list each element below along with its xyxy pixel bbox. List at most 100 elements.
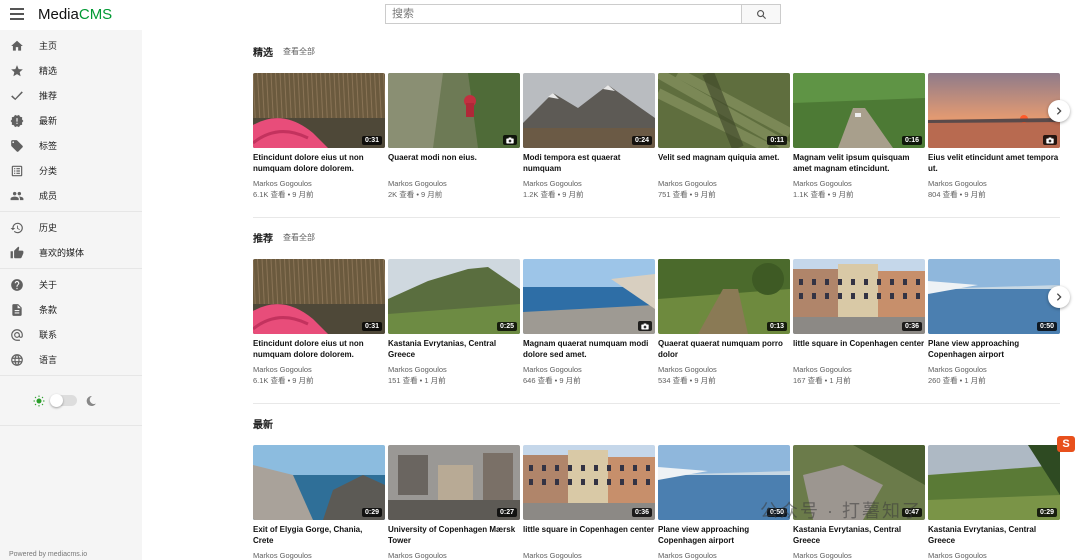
- media-title[interactable]: University of Copenhagen Mærsk Tower: [388, 524, 520, 546]
- media-title[interactable]: Quaerat quaerat numquam porro dolor: [658, 338, 790, 360]
- media-thumbnail[interactable]: 0:16: [793, 73, 925, 148]
- dark-mode-toggle[interactable]: [50, 394, 77, 407]
- media-card[interactable]: Eius velit etincidunt amet tempora ut. Ma…: [928, 73, 1060, 200]
- powered-by-text[interactable]: Powered by mediacms.io: [9, 551, 87, 558]
- sidebar-item-label: 分类: [39, 166, 58, 176]
- media-card[interactable]: Quaerat modi non eius. Markos Gogoulos 2K …: [388, 73, 520, 200]
- media-author[interactable]: Markos Gogoulos: [253, 365, 385, 375]
- media-thumbnail[interactable]: 0:24: [523, 73, 655, 148]
- media-author[interactable]: Markos Gogoulos: [523, 365, 655, 375]
- media-author[interactable]: Markos Gogoulos: [928, 551, 1060, 560]
- media-title[interactable]: Magnam quaerat numquam modi dolore sed a…: [523, 338, 655, 360]
- sidebar-item-label: 喜欢的媒体: [39, 248, 85, 258]
- sidebar-item-list[interactable]: 分类: [0, 158, 142, 183]
- media-title[interactable]: little square in Copenhagen center: [523, 524, 655, 546]
- media-meta: 2K 查看 • 9 月前: [388, 190, 443, 199]
- media-author[interactable]: Markos Gogoulos: [388, 365, 520, 375]
- sidebar-item-check[interactable]: 推荐: [0, 83, 142, 108]
- menu-icon[interactable]: [10, 8, 24, 20]
- media-title[interactable]: Plane view approaching Copenhagen airpor…: [658, 524, 790, 546]
- media-title[interactable]: Quaerat modi non eius.: [388, 152, 520, 174]
- duration-badge: 0:13: [766, 322, 787, 331]
- media-card[interactable]: 0:31 Etincidunt dolore eius ut non numqua…: [253, 259, 385, 386]
- sidebar-item-thumb-up[interactable]: 喜欢的媒体: [0, 240, 142, 265]
- media-card[interactable]: 0:16 Magnam velit ipsum quisquam amet mag…: [793, 73, 925, 200]
- media-author[interactable]: Markos Gogoulos: [658, 551, 790, 560]
- media-title[interactable]: little square in Copenhagen center: [793, 338, 925, 360]
- media-card[interactable]: 0:13 Quaerat quaerat numquam porro dolor M…: [658, 259, 790, 386]
- media-title[interactable]: Kastania Evrytanias, Central Greece: [928, 524, 1060, 546]
- media-title[interactable]: Eius velit etincidunt amet tempora ut.: [928, 152, 1060, 174]
- media-card[interactable]: 0:29 Kastania Evrytanias, Central Greece M…: [928, 445, 1060, 560]
- view-all-link[interactable]: 查看全部: [283, 232, 315, 243]
- media-title[interactable]: Magnam velit ipsum quisquam amet magnam …: [793, 152, 925, 174]
- app-logo[interactable]: MediaCMS: [38, 6, 112, 23]
- media-card[interactable]: 0:11 Velit sed magnam quiquia amet. Markos…: [658, 73, 790, 200]
- media-author[interactable]: Markos Gogoulos: [253, 551, 385, 560]
- media-thumbnail[interactable]: 0:11: [658, 73, 790, 148]
- media-author[interactable]: Markos Gogoulos: [523, 179, 655, 189]
- media-thumbnail[interactable]: 0:29: [928, 445, 1060, 520]
- media-card[interactable]: 0:36 little square in Copenhagen center Ma…: [793, 259, 925, 386]
- carousel-next-button[interactable]: [1048, 286, 1070, 308]
- media-author[interactable]: Markos Gogoulos: [793, 179, 925, 189]
- media-title[interactable]: Etincidunt dolore eius ut non numquam do…: [253, 152, 385, 174]
- media-title[interactable]: Modi tempora est quaerat numquam: [523, 152, 655, 174]
- media-thumbnail[interactable]: 0:27: [388, 445, 520, 520]
- media-thumbnail[interactable]: 0:31: [253, 259, 385, 334]
- sidebar-item-history[interactable]: 历史: [0, 215, 142, 240]
- media-card[interactable]: 0:27 University of Copenhagen Mærsk Tower…: [388, 445, 520, 560]
- media-author[interactable]: Markos Gogoulos: [658, 365, 790, 375]
- media-thumbnail[interactable]: 0:50: [928, 259, 1060, 334]
- carousel-next-button[interactable]: [1048, 100, 1070, 122]
- media-author[interactable]: Markos Gogoulos: [253, 179, 385, 189]
- sidebar-item-star[interactable]: 精选: [0, 58, 142, 83]
- media-title[interactable]: Kastania Evrytanias, Central Greece: [793, 524, 925, 546]
- media-author[interactable]: Markos Gogoulos: [793, 551, 925, 560]
- section-featured: 精选 查看全部 0:31 Etincidunt dolore eius ut non…: [253, 41, 1080, 199]
- sidebar-item-new[interactable]: 最新: [0, 108, 142, 133]
- sidebar-item-help[interactable]: 关于: [0, 272, 142, 297]
- media-title[interactable]: Plane view approaching Copenhagen airpor…: [928, 338, 1060, 360]
- media-card[interactable]: 0:29 Exit of Elygia Gorge, Chania, Crete M…: [253, 445, 385, 560]
- duration-badge: 0:36: [901, 322, 922, 331]
- media-thumbnail[interactable]: 0:36: [523, 445, 655, 520]
- media-title[interactable]: Velit sed magnam quiquia amet.: [658, 152, 790, 174]
- search-button[interactable]: [741, 4, 781, 24]
- media-title[interactable]: Exit of Elygia Gorge, Chania, Crete: [253, 524, 385, 546]
- sidebar-item-document[interactable]: 条款: [0, 297, 142, 322]
- media-thumbnail[interactable]: 0:31: [253, 73, 385, 148]
- moon-icon: [86, 395, 96, 406]
- sidebar-item-people[interactable]: 成员: [0, 183, 142, 208]
- media-author[interactable]: Markos Gogoulos: [928, 179, 1060, 189]
- view-all-link[interactable]: 查看全部: [283, 46, 315, 57]
- media-author[interactable]: Markos Gogoulos: [793, 365, 925, 375]
- media-card[interactable]: 0:24 Modi tempora est quaerat numquam Mark…: [523, 73, 655, 200]
- media-thumbnail[interactable]: 0:36: [793, 259, 925, 334]
- main-content: 精选 查看全部 0:31 Etincidunt dolore eius ut non…: [142, 30, 1080, 560]
- media-card[interactable]: 0:31 Etincidunt dolore eius ut non numqua…: [253, 73, 385, 200]
- sidebar-item-at[interactable]: 联系: [0, 322, 142, 347]
- media-author[interactable]: Markos Gogoulos: [388, 551, 520, 560]
- media-card[interactable]: 0:25 Kastania Evrytanias, Central Greece M…: [388, 259, 520, 386]
- media-card[interactable]: 0:50 Plane view approaching Copenhagen ai…: [928, 259, 1060, 386]
- media-thumbnail[interactable]: [523, 259, 655, 334]
- media-author[interactable]: Markos Gogoulos: [928, 365, 1060, 375]
- media-thumbnail[interactable]: [928, 73, 1060, 148]
- media-title[interactable]: Kastania Evrytanias, Central Greece: [388, 338, 520, 360]
- media-card[interactable]: 0:36 little square in Copenhagen center Ma…: [523, 445, 655, 560]
- media-author[interactable]: Markos Gogoulos: [658, 179, 790, 189]
- media-thumbnail[interactable]: 0:13: [658, 259, 790, 334]
- search-input[interactable]: [385, 4, 742, 24]
- media-author[interactable]: Markos Gogoulos: [523, 551, 655, 560]
- media-thumbnail[interactable]: [388, 73, 520, 148]
- media-author[interactable]: Markos Gogoulos: [388, 179, 520, 189]
- media-thumbnail[interactable]: 0:29: [253, 445, 385, 520]
- sidebar-item-globe[interactable]: 语言: [0, 347, 142, 372]
- media-thumbnail[interactable]: 0:25: [388, 259, 520, 334]
- media-title[interactable]: Etincidunt dolore eius ut non numquam do…: [253, 338, 385, 360]
- media-carousel: 0:31 Etincidunt dolore eius ut non numqua…: [253, 259, 1060, 386]
- media-card[interactable]: Magnam quaerat numquam modi dolore sed a…: [523, 259, 655, 386]
- sidebar-item-tag[interactable]: 标签: [0, 133, 142, 158]
- sidebar-item-home[interactable]: 主页: [0, 33, 142, 58]
